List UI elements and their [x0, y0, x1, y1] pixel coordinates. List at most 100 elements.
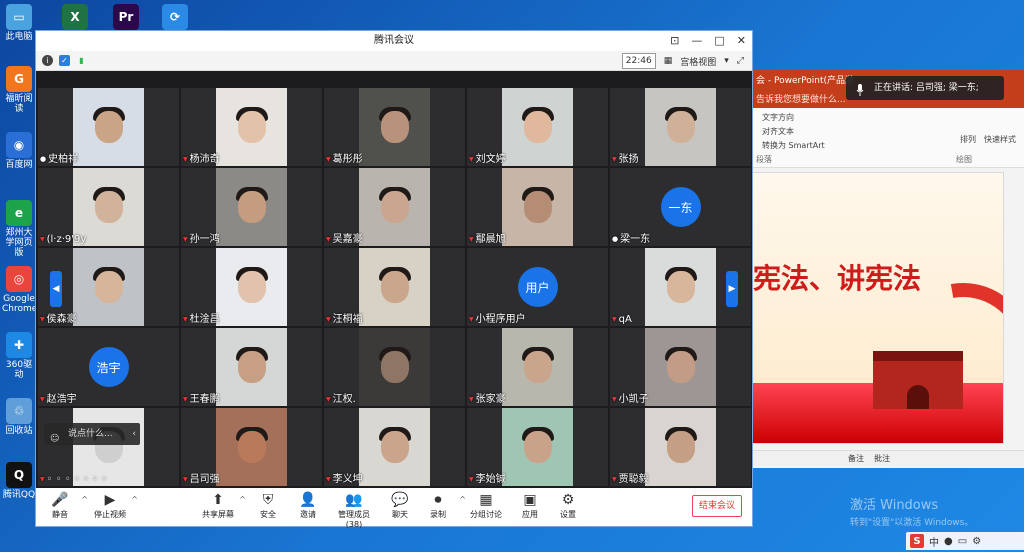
minimize-button[interactable]: — — [691, 31, 702, 51]
participant-video — [502, 88, 573, 166]
participant-tile[interactable]: 一东梁一东 — [610, 168, 751, 246]
participant-tile[interactable]: 吴嘉豪 — [324, 168, 465, 246]
desktop-icon[interactable]: Q 腾讯QQ — [2, 462, 36, 500]
video-grid: 史柏祥 杨沛奇 葛彤彤 刘文婷 张扬 (l·z·9ꞌ9y 孙一鸿 吴嘉豪 鄢晨旭 一东梁一东侯森豪… — [38, 88, 752, 488]
desktop-icon[interactable]: ✚ 360驱动 — [2, 332, 36, 380]
desktop-icon[interactable]: ◎ Google Chrome — [2, 266, 37, 314]
signal-icon[interactable]: ▮ — [76, 55, 87, 66]
toolbar-button[interactable]: ⏺ 录制 ^ — [420, 491, 466, 520]
participant-tile[interactable]: 鄢晨旭 — [467, 168, 608, 246]
desktop-shortcut-icon[interactable]: ⟳ — [162, 4, 188, 30]
participant-video — [359, 328, 430, 406]
participant-name: 鄢晨旭 — [469, 230, 506, 245]
meeting-titlebar[interactable]: 腾讯会议 ⊡ — □ ✕ — [36, 31, 752, 51]
participant-tile[interactable]: 吕司强 — [181, 408, 322, 486]
prev-page-button[interactable]: ◀ — [50, 271, 62, 307]
desktop-icon[interactable]: ◉ 百度网 — [2, 132, 36, 170]
participant-name: (l·z·9ꞌ9y — [40, 234, 87, 245]
participant-tile[interactable]: 张扬 — [610, 88, 751, 166]
tray-keyboard-icon[interactable]: ▭ — [958, 536, 967, 547]
participant-video — [216, 408, 287, 486]
comments-button[interactable]: 批注 — [874, 454, 890, 463]
desktop-icon[interactable]: ♲ 回收站 — [2, 398, 36, 436]
window-title: 腾讯会议 — [374, 35, 414, 46]
participant-name: 吴嘉豪 — [326, 230, 363, 245]
video-face — [237, 351, 266, 384]
slide-canvas[interactable]: 宪法、讲宪法 — [752, 172, 1004, 444]
desktop-icon[interactable]: ▭ 此电脑 — [2, 4, 36, 42]
language-indicator[interactable]: 中 — [929, 534, 939, 549]
participant-tile[interactable]: 史柏祥 — [38, 88, 179, 166]
ribbon-align-text[interactable]: 对齐文本 — [762, 126, 794, 138]
desktop-app-icon: Q — [6, 462, 32, 488]
participant-tile[interactable]: (l·z·9ꞌ9y — [38, 168, 179, 246]
toolbar-button[interactable]: 🎤 静音 ^ — [42, 491, 88, 520]
desktop-app-icon: G — [6, 66, 32, 92]
participant-tile[interactable]: 王春鹏 — [181, 328, 322, 406]
participant-tile[interactable]: 李义坤 — [324, 408, 465, 486]
participant-tile[interactable]: 刘文婷 — [467, 88, 608, 166]
participant-tile[interactable]: 江权. — [324, 328, 465, 406]
fullscreen-icon[interactable]: ⤢ — [737, 56, 744, 66]
participant-tile[interactable]: 贾聪毅 — [610, 408, 751, 486]
caret-up-icon[interactable]: ^ — [81, 495, 88, 504]
chat-quick-input[interactable]: ☺ 说点什么... ‹ — [44, 423, 140, 445]
speaking-text: 正在讲话: 吕司强; 梁一东; — [874, 83, 979, 93]
tray-microphone-icon[interactable]: ● — [944, 536, 953, 547]
participant-name: 小程序用户 — [469, 310, 526, 325]
ribbon-smartart[interactable]: 转换为 SmartArt — [762, 140, 825, 152]
participant-tile[interactable]: 李始铖 — [467, 408, 608, 486]
toolbar-button[interactable]: 💬 聊天 — [382, 491, 418, 520]
ribbon-text-direction[interactable]: 文字方向 — [762, 112, 794, 124]
info-icon[interactable]: i — [42, 55, 53, 66]
caret-up-icon[interactable]: ^ — [131, 495, 138, 504]
caret-up-icon[interactable]: ^ — [459, 495, 466, 504]
tencent-meeting-window[interactable]: 腾讯会议 ⊡ — □ ✕ i ✓ ▮ 22:46 ▦ 宫格视图 ▾ ⤢ 史柏祥 杨… — [35, 30, 753, 529]
participant-tile[interactable]: 张家豪 — [467, 328, 608, 406]
view-mode-select[interactable]: 宫格视图 — [680, 55, 716, 68]
shield-icon[interactable]: ✓ — [59, 55, 70, 66]
desktop-icon[interactable]: G 福昕阅读 — [2, 66, 36, 114]
desktop-shortcut-icon[interactable]: Pr — [113, 4, 139, 30]
system-tray[interactable]: S 中 ● ▭ ⚙ — [906, 532, 1024, 550]
toolbar-button[interactable]: ▶ 停止视频 ^ — [92, 491, 138, 520]
maximize-button[interactable]: □ — [714, 31, 724, 51]
caret-up-icon[interactable]: ^ — [239, 495, 246, 504]
participant-tile[interactable]: 葛彤彤 — [324, 88, 465, 166]
close-button[interactable]: ✕ — [737, 31, 746, 51]
toolbar-button[interactable]: 👤 邀请 — [290, 491, 326, 520]
participant-tile[interactable]: 孙一鸿 — [181, 168, 322, 246]
participant-name: 江权. — [326, 390, 356, 405]
quick-style-button[interactable]: 快速样式 — [984, 134, 1016, 146]
pin-icon[interactable]: ⊡ — [670, 31, 679, 51]
arrange-button[interactable]: 排列 — [960, 134, 976, 146]
emoji-icon[interactable]: ☺ — [50, 428, 59, 450]
collapse-chat-icon[interactable]: ‹ — [132, 423, 136, 445]
tray-settings-icon[interactable]: ⚙ — [972, 536, 981, 547]
toolbar-button[interactable]: ⚙ 设置 — [550, 491, 586, 520]
participant-tile[interactable]: 汪桐福 — [324, 248, 465, 326]
toolbar-button[interactable]: ⬆ 共享屏幕 ^ — [200, 491, 246, 520]
chevron-down-icon[interactable]: ▾ — [724, 56, 729, 66]
toolbar-label: 安全 — [260, 510, 276, 519]
notes-button[interactable]: 备注 — [848, 454, 864, 463]
desktop-app-icon: ▭ — [6, 4, 32, 30]
next-page-button[interactable]: ▶ — [726, 271, 738, 307]
toolbar-button[interactable]: 👥 管理成员(38) — [330, 491, 378, 529]
end-meeting-button[interactable]: 结束会议 — [692, 495, 742, 517]
participant-tile[interactable]: 浩宇赵浩宇 — [38, 328, 179, 406]
participant-video — [73, 248, 144, 326]
sogou-ime-icon[interactable]: S — [910, 534, 924, 548]
participant-tile[interactable]: 杨沛奇 — [181, 88, 322, 166]
desktop-icon[interactable]: e 郑州大学网页版 — [2, 200, 36, 258]
participant-tile[interactable]: 小凯子 — [610, 328, 751, 406]
participant-video — [645, 408, 716, 486]
toolbar-button[interactable]: ⛨ 安全 — [250, 491, 286, 520]
participant-tile[interactable]: 杜淦昌 — [181, 248, 322, 326]
meeting-toolbar: 结束会议 🎤 静音 ^ ▶ 停止视频 ^ ⬆ 共享屏幕 ^ ⛨ 安全 👤 邀请 👥 管理成员(38) 💬 聊天 ⏺… — [36, 488, 752, 529]
participant-tile[interactable]: 用户小程序用户 — [467, 248, 608, 326]
toolbar-button[interactable]: ▦ 分组讨论 — [468, 491, 504, 520]
powerpoint-window[interactable]: 会 - PowerPoint(产品激 告诉我您想要做什么... 文字方向 对齐文… — [752, 70, 1024, 468]
desktop-shortcut-icon[interactable]: X — [62, 4, 88, 30]
toolbar-button[interactable]: ▣ 应用 — [512, 491, 548, 520]
